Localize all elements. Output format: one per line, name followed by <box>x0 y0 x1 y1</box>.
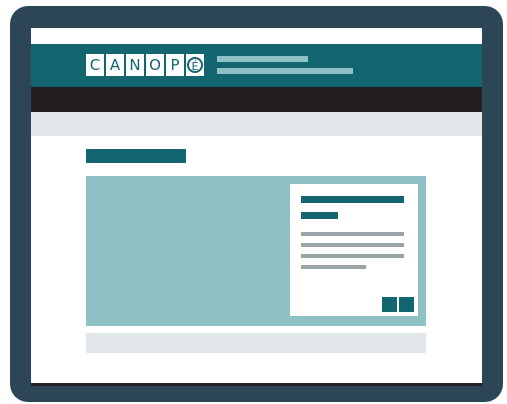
screen: C A N O P É <box>31 28 482 386</box>
logo-letter: N <box>125 53 145 77</box>
logo-letter: C <box>85 53 105 77</box>
card-text-placeholder <box>301 232 404 236</box>
hero-banner[interactable] <box>86 176 426 326</box>
logo-letter: A <box>105 53 125 77</box>
tagline-placeholder <box>217 56 308 62</box>
screen-bottom-edge <box>31 383 482 386</box>
logo-letter: É <box>187 57 203 73</box>
content-placeholder-bar <box>86 333 426 353</box>
prev-slide-button[interactable] <box>382 297 397 312</box>
card-text-placeholder <box>301 254 404 258</box>
logo-letter-circled: É <box>185 53 205 77</box>
site-header: C A N O P É <box>31 44 482 87</box>
canope-logo[interactable]: C A N O P É <box>85 53 205 77</box>
card-title-placeholder <box>301 196 404 203</box>
page-title-placeholder <box>86 149 186 163</box>
hero-card <box>290 184 418 316</box>
tagline-placeholder <box>217 68 353 74</box>
breadcrumb-bar <box>31 112 482 136</box>
card-text-placeholder <box>301 243 404 247</box>
main-navigation[interactable] <box>31 87 482 112</box>
card-title-placeholder <box>301 212 338 219</box>
card-text-placeholder <box>301 265 366 269</box>
next-slide-button[interactable] <box>399 297 414 312</box>
logo-letter: P <box>165 53 185 77</box>
logo-letter: O <box>145 53 165 77</box>
